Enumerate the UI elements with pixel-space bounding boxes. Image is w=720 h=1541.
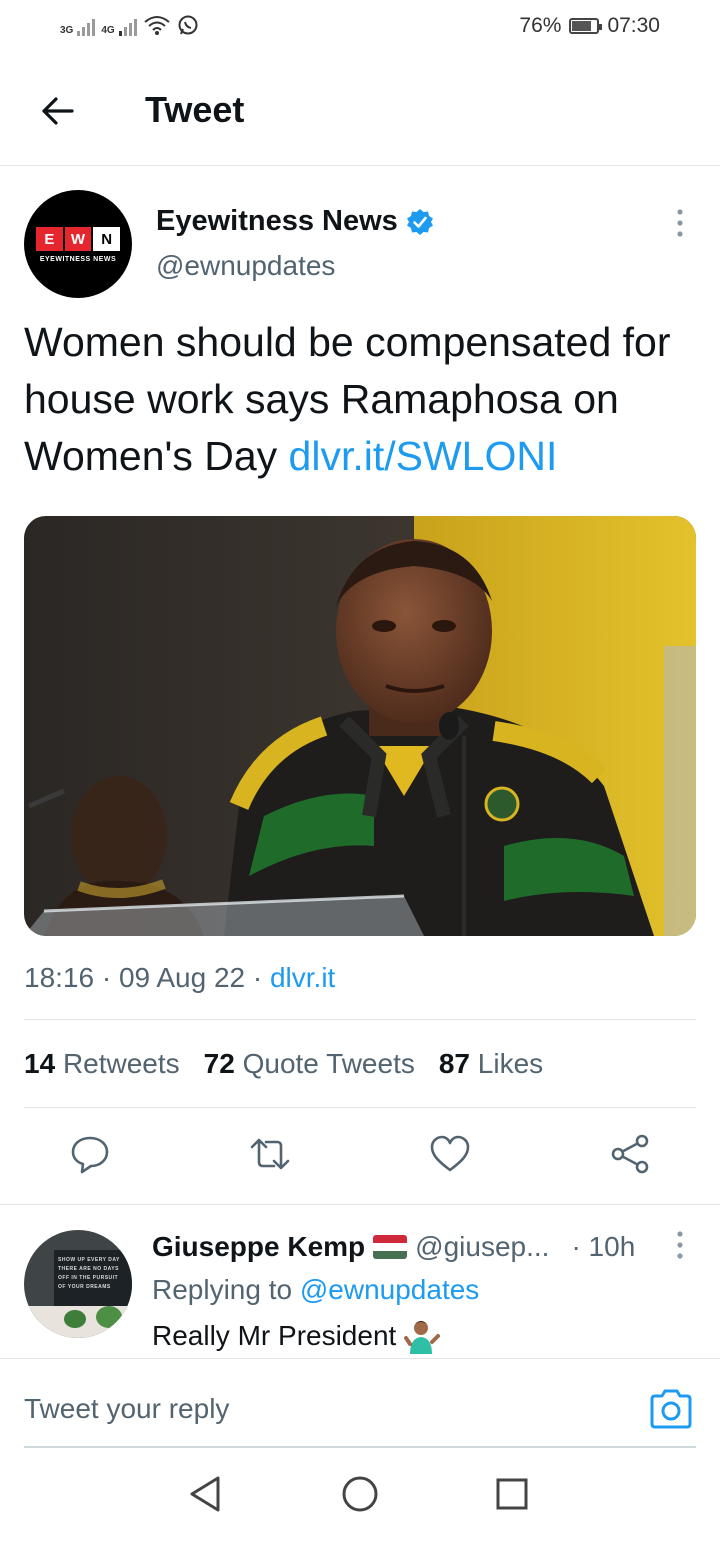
whatsapp-icon [178,15,198,35]
quotes-count: 72 [203,1048,235,1079]
tweet-stats: 14 Retweets 72 Quote Tweets 87 Likes [24,1048,543,1080]
avatar-text: OF YOUR DREAMS [58,1284,111,1290]
tweet-text: Women should be compensated for house wo… [24,314,704,485]
more-vertical-icon[interactable] [674,208,686,238]
reply-icon[interactable] [68,1132,112,1176]
status-bar: 3G 4G 76% 07:30 [0,0,720,55]
network-type-label: 4G [101,25,115,36]
avatar-text: SHOW UP EVERY DAY [58,1257,120,1263]
recents-square-icon[interactable] [490,1472,534,1516]
reply-body: Really Mr President [152,1318,441,1354]
photo-illustration [24,516,696,936]
verified-badge-icon [406,208,433,235]
logo-letter: N [91,227,121,251]
share-icon[interactable] [608,1132,652,1176]
signal-indicators: 3G 4G [60,14,199,36]
network-type-label: 3G [60,25,74,36]
status-right: 76% 07:30 [519,14,660,38]
likes-count: 87 [438,1048,471,1079]
tweet-photo[interactable] [24,516,696,936]
camera-icon[interactable] [648,1387,694,1431]
tweet-date: 09 Aug 22 [118,962,246,993]
battery-icon [569,18,603,34]
reply-author-name: Giuseppe Kemp [152,1231,366,1262]
reply-author-handle: @giusep... [415,1231,550,1262]
reply-avatar[interactable]: SHOW UP EVERY DAY THERE ARE NO DAYS OFF … [24,1230,132,1338]
author-name-row[interactable]: Eyewitness News [156,205,434,238]
reply-header[interactable]: Giuseppe Kemp @giusep... · 10h [152,1231,635,1263]
page-title: Tweet [145,89,245,130]
home-circle-icon[interactable] [338,1472,382,1516]
meta-separator: · [101,962,119,993]
replying-to: Replying to @ewnupdates [152,1274,479,1306]
logo-subtitle: EYEWITNESS NEWS [39,256,117,263]
logo-letter: E [36,227,63,251]
tweet-meta: 18:16 · 09 Aug 22 · dlvr.it [24,962,335,994]
reply-text: Really Mr President [152,1320,397,1351]
replying-to-handle[interactable]: @ewnupdates [300,1274,479,1305]
tweet-time: 18:16 [24,962,95,993]
more-vertical-icon[interactable] [674,1230,686,1260]
top-app-bar: Tweet [0,55,720,166]
author-name: Eyewitness News [156,205,398,237]
tweet-link[interactable]: dlvr.it/SWLONI [289,433,558,479]
retweets-label: Retweets [62,1048,180,1079]
divider [0,1204,720,1205]
arrow-left-icon[interactable] [38,91,78,131]
person-shrugging-emoji-icon [404,1321,441,1354]
signal-bars-icon [77,18,96,36]
replying-prefix: Replying to [152,1274,300,1305]
like-icon[interactable] [428,1132,472,1176]
logo-letter: W [62,227,92,251]
author-handle[interactable]: @ewnupdates [156,250,335,282]
battery-percent: 76% [519,14,562,37]
quotes-label: Quote Tweets [242,1048,415,1079]
avatar-text: OFF IN THE PURSUIT [58,1275,119,1281]
wifi-icon [144,16,170,35]
reply-composer[interactable]: Tweet your reply [0,1358,720,1449]
tweet-actions [0,1132,720,1182]
system-nav-bar [0,1448,720,1541]
reply-input-placeholder[interactable]: Tweet your reply [24,1393,229,1425]
likes-stat[interactable]: 87 Likes [439,1048,543,1080]
retweet-icon[interactable] [248,1132,292,1176]
quotes-stat[interactable]: 72 Quote Tweets [204,1048,415,1080]
retweets-count: 14 [24,1048,56,1079]
clock: 07:30 [607,14,660,37]
divider [24,1107,696,1108]
back-triangle-icon[interactable] [184,1472,228,1516]
ewn-logo: E W N [36,227,121,251]
avatar-text: THERE ARE NO DAYS [58,1266,119,1272]
avatar[interactable]: E W N EYEWITNESS NEWS [24,190,132,298]
retweets-stat[interactable]: 14 Retweets [24,1048,180,1080]
signal-bars-icon [118,18,137,36]
tweet-source[interactable]: dlvr.it [270,962,335,993]
meta-separator: · [252,962,270,993]
reply-time: · 10h [571,1231,636,1262]
divider [24,1019,696,1020]
hungary-flag-icon [373,1235,408,1259]
likes-label: Likes [477,1048,544,1079]
